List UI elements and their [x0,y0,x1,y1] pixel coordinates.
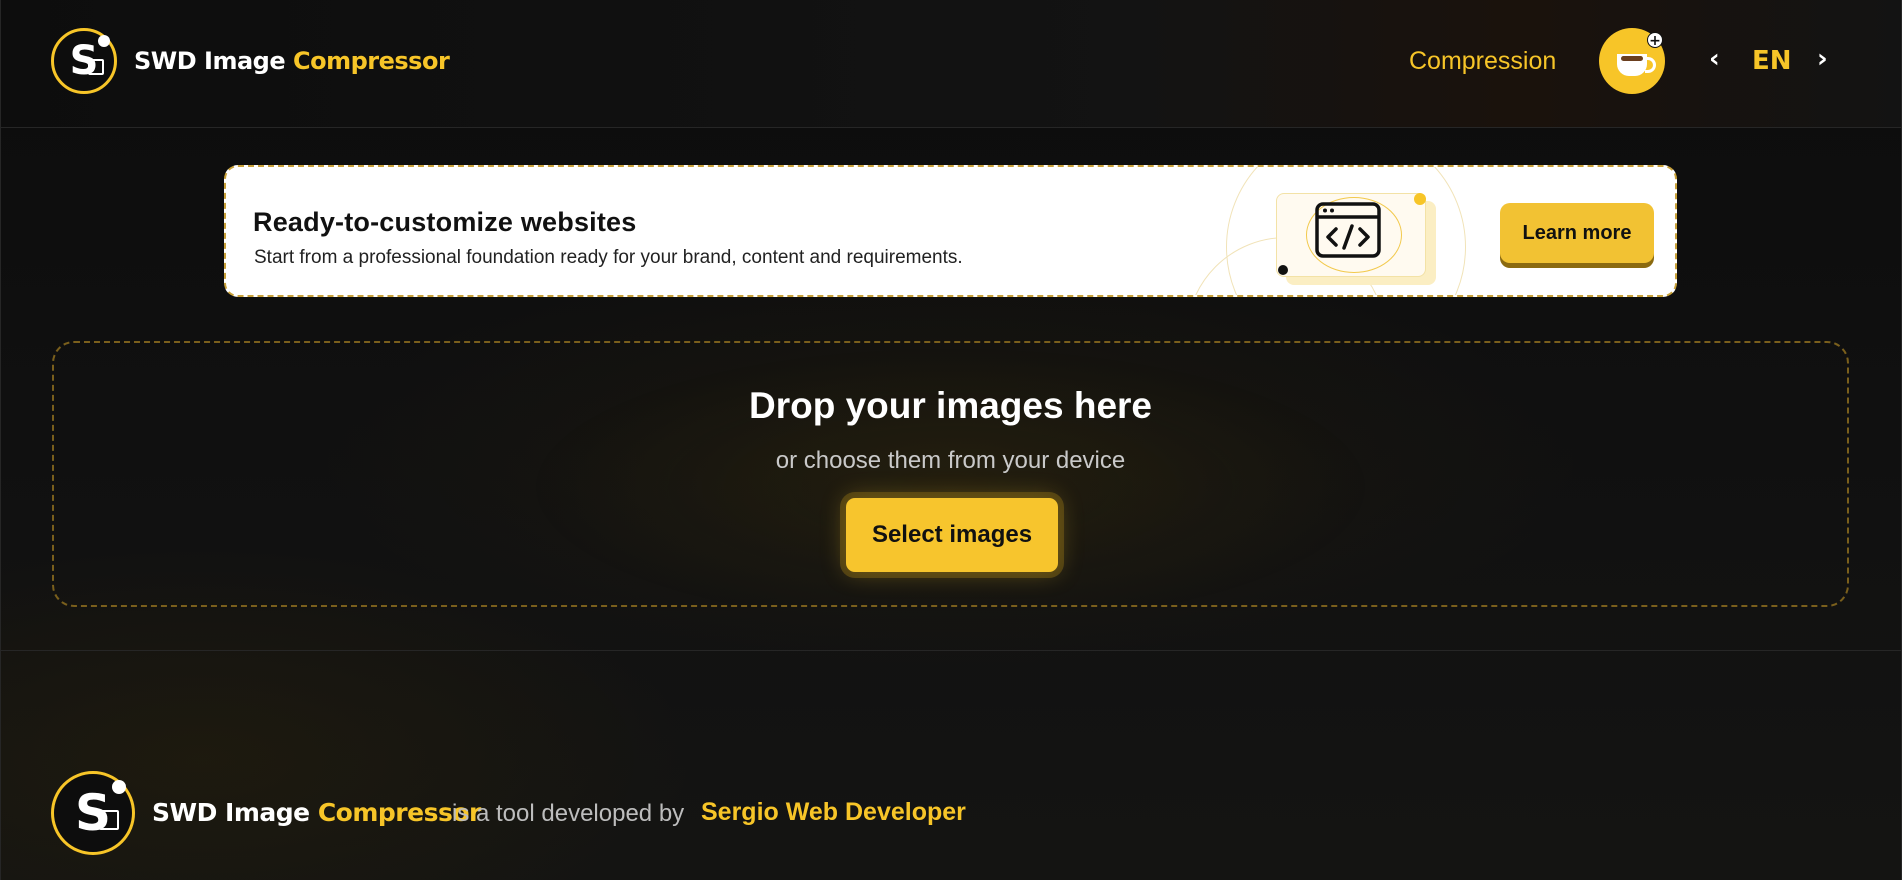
banner-illustration [1276,193,1436,285]
logo-frame-icon [88,59,104,75]
promo-banner[interactable]: Ready-to-customize websites Start from a… [224,165,1677,297]
dropzone-title: Drop your images here [748,385,1152,426]
brand-name[interactable]: SWD Image Compressor [134,47,450,75]
footer-brand-name-primary: SWD Image [152,798,310,827]
footer-logo-frame-icon [99,810,119,830]
coffee-fill [1621,56,1643,61]
footer-divider [1,650,1901,651]
developer-link[interactable]: Sergio Web Developer [701,798,966,827]
plus-icon: + [1647,32,1663,49]
select-images-button[interactable]: Select images [846,498,1058,572]
nav-compression-link[interactable]: Compression [1409,47,1556,76]
coffee-cup-icon [1617,54,1656,76]
brand-name-primary: SWD Image [134,47,286,75]
dropzone-subtitle: or choose them from your device [775,447,1126,474]
language-next-button[interactable]: › [1817,44,1828,74]
image-dropzone[interactable]: Drop your images here or choose them fro… [52,341,1849,607]
brand-name-accent: Compressor [292,47,450,75]
banner-title: Ready-to-customize websites [253,207,637,237]
banner-subtitle: Start from a professional foundation rea… [254,247,963,268]
site-header: S SWD Image Compressor Compression + ‹ E… [1,0,1901,128]
code-window-icon [1315,202,1381,258]
footer-credit-text: is a tool developed by [452,800,685,827]
page: S SWD Image Compressor Compression + ‹ E… [0,0,1902,880]
learn-more-button[interactable]: Learn more [1500,203,1654,263]
footer-brand-name: SWD Image Compressor [152,798,481,827]
buy-me-a-coffee-button[interactable]: + [1599,28,1665,94]
footer-logo-dot [112,780,126,794]
language-prev-button[interactable]: ‹ [1709,44,1720,74]
language-code[interactable]: EN [1752,46,1792,76]
logo-dot [98,35,110,47]
footer-logo-icon[interactable]: S [51,771,135,855]
illustration-dot-black [1278,265,1288,275]
illustration-dot-yellow [1414,193,1426,205]
logo-icon[interactable]: S [51,28,117,94]
